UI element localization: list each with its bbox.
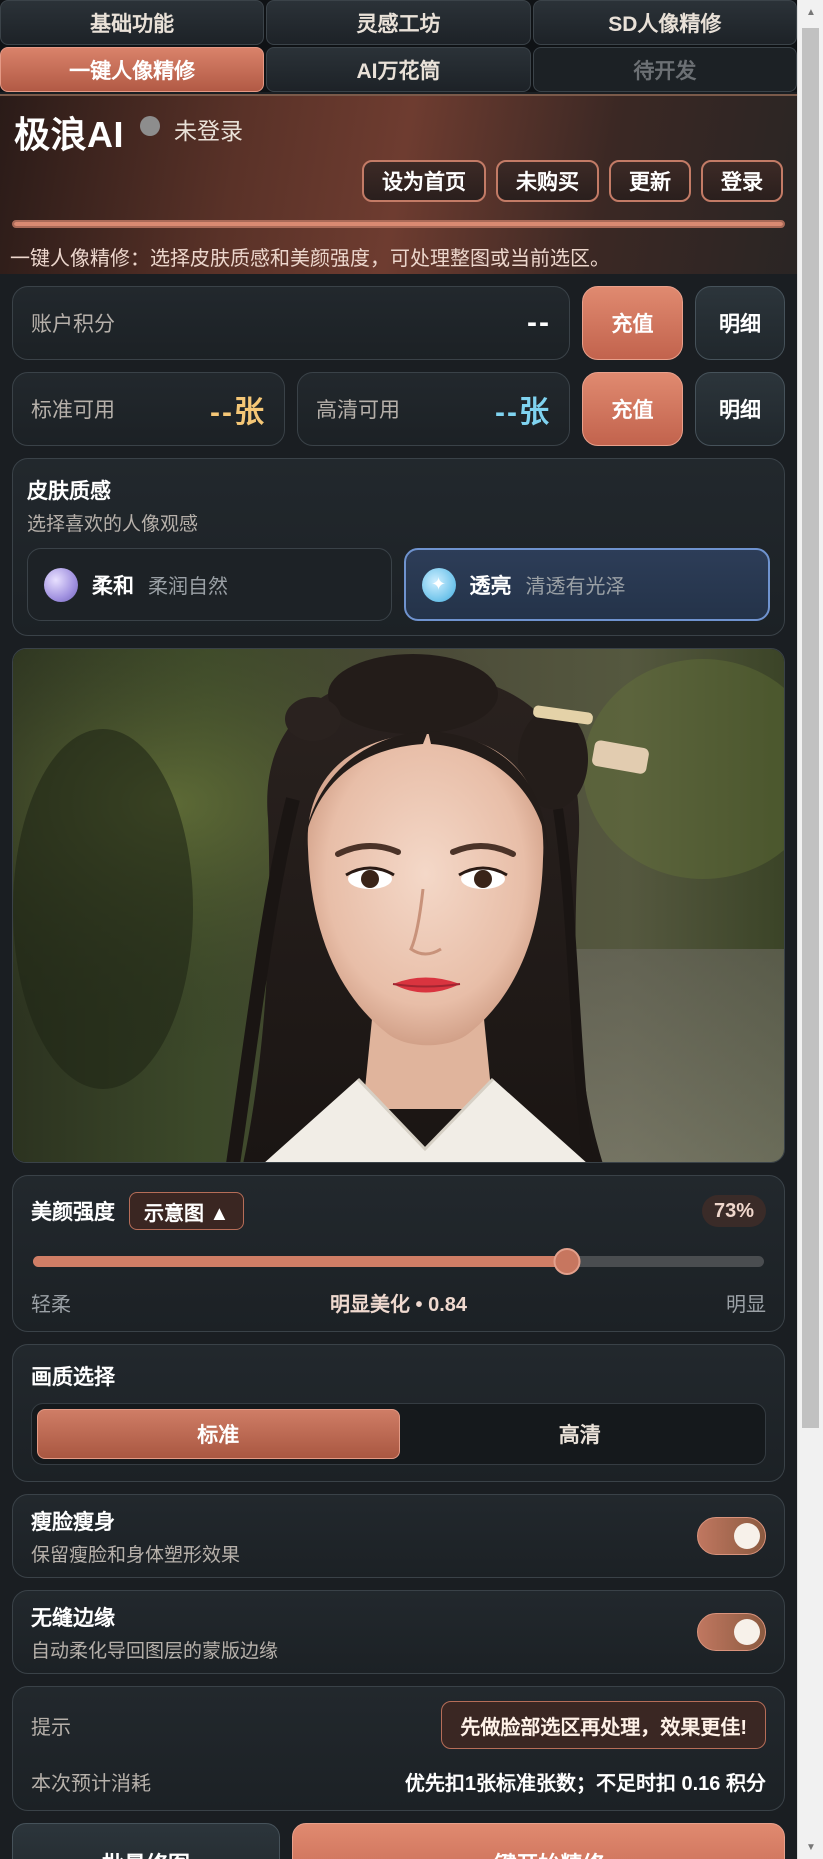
tab-inspiration[interactable]: 灵感工坊	[266, 0, 531, 45]
skin-option-name: 透亮	[469, 574, 512, 598]
progress-fill	[14, 222, 783, 226]
skin-option-desc: 清透有光泽	[525, 576, 626, 598]
beauty-slider[interactable]	[31, 1246, 766, 1276]
slider-handle[interactable]	[553, 1248, 581, 1275]
cost-text: 优先扣1张标准张数；不足时扣 0.16 积分	[404, 1773, 766, 1795]
points-value: --	[527, 306, 551, 339]
update-button[interactable]: 更新	[609, 160, 691, 202]
batch-edit-button[interactable]: 批量修图	[12, 1823, 280, 1859]
app-window: 基础功能 灵感工坊 SD人像精修 一键人像精修 AI万花筒 待开发 极浪AI 未…	[0, 0, 797, 1859]
toggle-title: 无缝边缘	[31, 1606, 115, 1630]
scrollbar-thumb[interactable]	[802, 28, 819, 1428]
beauty-percent: 73%	[701, 1195, 766, 1227]
recharge-quota-button[interactable]: 充值	[582, 372, 683, 446]
purchase-status-button[interactable]: 未购买	[496, 160, 599, 202]
quality-title: 画质选择	[31, 1366, 115, 1389]
skin-option-soft[interactable]: 柔和 柔润自然	[27, 548, 392, 621]
tab-sd-portrait[interactable]: SD人像精修	[532, 0, 797, 45]
tab-basic[interactable]: 基础功能	[0, 0, 265, 45]
demo-image-button[interactable]: 示意图 ▲	[129, 1192, 245, 1230]
sparkle-icon: ✦	[421, 567, 456, 602]
skin-texture-section: 皮肤质感 选择喜欢的人像观感 柔和 柔润自然 ✦ 透亮 清透有光泽	[12, 458, 785, 636]
scroll-up-icon[interactable]: ▲	[798, 2, 823, 22]
points-label: 账户积分	[31, 313, 115, 336]
tip-label: 提示	[31, 1716, 71, 1739]
login-status-dot	[140, 116, 160, 136]
progress-bar	[12, 220, 785, 228]
slider-max-label: 明显	[725, 1294, 766, 1316]
toggle-title: 瘦脸瘦身	[31, 1510, 115, 1534]
skin-option-desc: 柔润自然	[148, 576, 228, 598]
slim-face-switch[interactable]	[697, 1517, 766, 1555]
tab-one-click-portrait[interactable]: 一键人像精修	[0, 47, 265, 92]
toggle-desc: 保留瘦脸和身体塑形效果	[31, 1544, 241, 1566]
hd-quota-value: --张	[495, 396, 551, 429]
feature-hint: 一键人像精修：选择皮肤质感和美颜强度，可处理整图或当前选区。	[10, 248, 610, 270]
start-retouch-button[interactable]: 一键开始精修	[292, 1823, 785, 1859]
header: 极浪AI 未登录 设为首页 未购买 更新 登录 一键人像精修：选择皮肤质感和美颜…	[0, 94, 797, 274]
standard-quota-card: 标准可用 --张	[12, 372, 285, 446]
beauty-strength-section: 美颜强度 示意图 ▲ 73% 轻柔 明显美化 • 0.84 明显	[12, 1175, 785, 1332]
quality-option-standard[interactable]: 标准	[37, 1409, 400, 1459]
quota-detail-button[interactable]: 明细	[695, 372, 785, 446]
standard-quota-label: 标准可用	[31, 399, 115, 422]
slim-face-toggle-card: 瘦脸瘦身 保留瘦脸和身体塑形效果	[12, 1494, 785, 1578]
standard-quota-value: --张	[210, 396, 266, 429]
beauty-title: 美颜强度	[31, 1201, 115, 1224]
scroll-down-icon[interactable]: ▼	[798, 1837, 823, 1857]
points-card: 账户积分 --	[12, 286, 570, 360]
sphere-icon	[44, 567, 78, 602]
quality-option-hd[interactable]: 高清	[400, 1409, 761, 1459]
hd-quota-card: 高清可用 --张	[297, 372, 570, 446]
login-status: 未登录	[174, 118, 243, 144]
quality-section: 画质选择 标准 高清	[12, 1344, 785, 1482]
seamless-edge-switch[interactable]	[697, 1613, 766, 1651]
toggle-desc: 自动柔化导回图层的蒙版边缘	[31, 1640, 279, 1662]
recharge-points-button[interactable]: 充值	[582, 286, 683, 360]
cost-label: 本次预计消耗	[31, 1773, 151, 1795]
switch-knob	[734, 1523, 760, 1549]
portrait-photo	[13, 649, 784, 1162]
tab-coming-soon[interactable]: 待开发	[532, 47, 797, 92]
preview-image	[12, 648, 785, 1163]
brand-title: 极浪AI	[14, 114, 125, 155]
points-detail-button[interactable]: 明细	[695, 286, 785, 360]
skin-subtitle: 选择喜欢的人像观感	[27, 514, 199, 535]
tips-section: 提示 先做脸部选区再处理，效果更佳! 本次预计消耗 优先扣1张标准张数；不足时扣…	[12, 1686, 785, 1811]
hd-quota-label: 高清可用	[316, 399, 400, 422]
seamless-edge-toggle-card: 无缝边缘 自动柔化导回图层的蒙版边缘	[12, 1590, 785, 1674]
login-button[interactable]: 登录	[701, 160, 783, 202]
tip-badge: 先做脸部选区再处理，效果更佳!	[441, 1701, 766, 1749]
switch-knob	[734, 1619, 760, 1645]
tab-bar: 基础功能 灵感工坊 SD人像精修 一键人像精修 AI万花筒 待开发	[0, 0, 797, 92]
header-actions: 设为首页 未购买 更新 登录	[362, 160, 783, 202]
slider-value-label: 明显美化 • 0.84	[329, 1294, 468, 1316]
tab-ai-kaleidoscope[interactable]: AI万花筒	[266, 47, 531, 92]
quality-segmented-control: 标准 高清	[31, 1403, 766, 1465]
slider-fill	[33, 1256, 567, 1267]
set-homepage-button[interactable]: 设为首页	[362, 160, 486, 202]
skin-option-name: 柔和	[92, 574, 134, 598]
slider-min-label: 轻柔	[31, 1294, 71, 1316]
vertical-scrollbar[interactable]: ▲ ▼	[797, 0, 823, 1859]
skin-title: 皮肤质感	[27, 480, 111, 503]
skin-option-bright[interactable]: ✦ 透亮 清透有光泽	[403, 548, 770, 621]
